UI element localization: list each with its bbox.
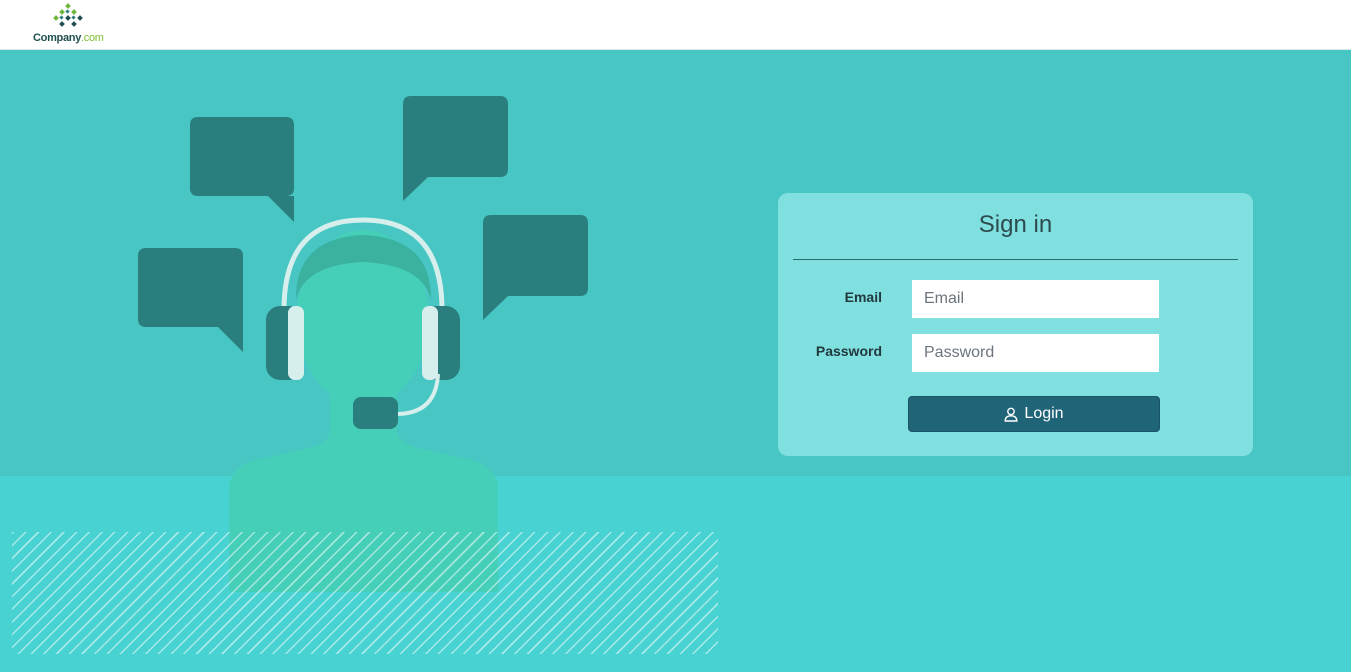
password-field[interactable]: [912, 334, 1159, 372]
logo-mark-icon: [53, 3, 83, 27]
logo-text: Company.com: [33, 32, 104, 44]
email-field[interactable]: [912, 280, 1159, 318]
user-icon: [1004, 407, 1018, 422]
company-logo[interactable]: Company.com: [30, 2, 110, 46]
email-label: Email: [844, 289, 882, 305]
top-header: Company.com: [0, 0, 1351, 50]
hatch-pattern: [12, 532, 718, 654]
speech-bubble-icon: [483, 215, 588, 320]
login-button-label: Login: [1024, 405, 1064, 422]
login-title: Sign in: [978, 211, 1053, 238]
speech-bubble-icon: [190, 117, 294, 222]
password-label: Password: [815, 343, 882, 359]
mic-icon: [353, 397, 398, 429]
login-button[interactable]: Login: [908, 396, 1160, 432]
login-card: Sign in Email Password Login: [778, 193, 1253, 456]
speech-bubble-icon: [403, 96, 508, 201]
title-divider: [793, 259, 1238, 260]
speech-bubble-icon: [138, 248, 243, 352]
